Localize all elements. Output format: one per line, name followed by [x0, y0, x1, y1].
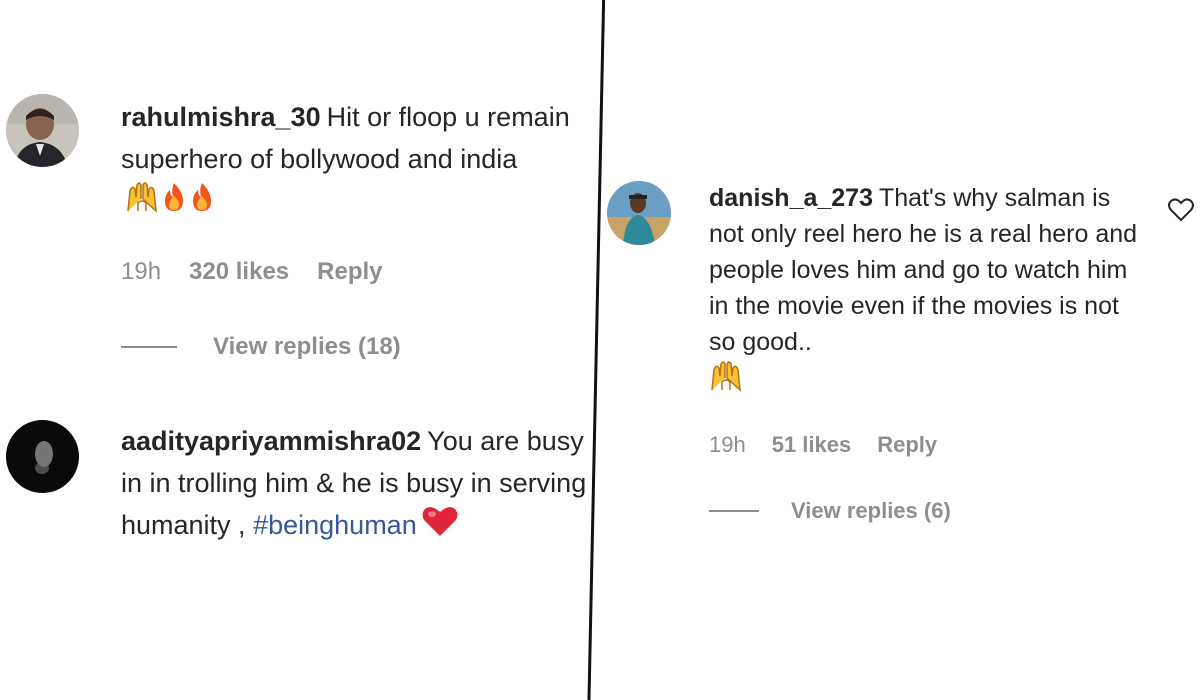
raising-hands-emoji — [125, 181, 159, 225]
profile-photo-icon — [607, 181, 671, 245]
comment-emojis — [125, 181, 215, 225]
view-replies-label[interactable]: View replies (18) — [213, 333, 401, 361]
comment-time: 19h — [709, 432, 746, 457]
profile-photo-icon — [6, 420, 79, 493]
avatar[interactable] — [6, 420, 79, 493]
red-heart-emoji — [421, 504, 459, 550]
replies-line — [709, 510, 759, 512]
replies-line — [121, 346, 177, 348]
view-replies-button[interactable]: View replies (6) — [709, 498, 951, 524]
avatar[interactable] — [6, 94, 79, 167]
fire-emoji — [189, 182, 215, 224]
fire-emoji — [161, 182, 187, 224]
comment-meta: 19h 51 likes Reply — [709, 432, 937, 458]
raising-hands-emoji — [709, 360, 743, 402]
view-replies-label[interactable]: View replies (6) — [791, 498, 951, 524]
comment-text: danish_a_273 That's why salman is not onl… — [709, 180, 1149, 402]
reply-button[interactable]: Reply — [317, 258, 382, 286]
likes-count[interactable]: 51 likes — [772, 432, 852, 458]
comment-username[interactable]: aadityapriyammishra02 — [121, 426, 421, 456]
heart-outline-icon[interactable] — [1168, 198, 1194, 222]
comment-emojis — [421, 504, 459, 550]
hashtag-link[interactable]: #beinghuman — [253, 510, 417, 540]
comment-text: aadityapriyammishra02 You are busy in in … — [121, 420, 589, 550]
comment-username[interactable]: rahulmishra_30 — [121, 102, 321, 132]
comment-emojis — [709, 360, 743, 402]
comment-text: rahulmishra_30 Hit or floop u remain supe… — [121, 96, 591, 225]
comment-meta: 19h 320 likes Reply — [121, 258, 383, 286]
likes-count[interactable]: 320 likes — [189, 258, 289, 286]
comment-time: 19h — [121, 258, 162, 285]
view-replies-button[interactable]: View replies (18) — [121, 333, 401, 361]
profile-photo-icon — [6, 94, 79, 167]
avatar[interactable] — [607, 181, 671, 245]
comment-username[interactable]: danish_a_273 — [709, 184, 873, 212]
reply-button[interactable]: Reply — [877, 432, 937, 458]
